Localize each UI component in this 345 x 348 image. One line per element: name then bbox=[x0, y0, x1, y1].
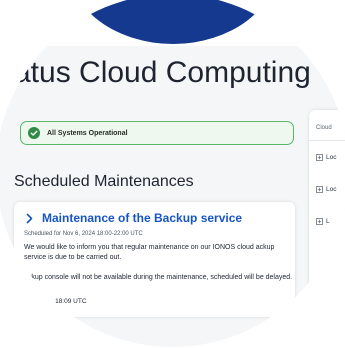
cloud-components-panel: Cloud Loc Loc L bbox=[309, 110, 345, 340]
expand-plus-icon[interactable] bbox=[316, 218, 323, 225]
status-text: All Systems Operational bbox=[47, 129, 128, 137]
screenshot-stage: atus Cloud Computing All Systems Operati… bbox=[0, 0, 345, 348]
maintenance-updated-time: 30, 2024 - 18:09 UTC bbox=[24, 298, 87, 305]
maintenance-paragraph-2: ackup console will not be available duri… bbox=[24, 274, 293, 281]
system-status-banner: All Systems Operational bbox=[20, 121, 294, 145]
maintenance-description: We would like to inform you that regular… bbox=[24, 243, 296, 293]
chevron-right-icon[interactable] bbox=[24, 213, 35, 224]
component-group-label[interactable]: L bbox=[326, 218, 330, 225]
component-group-item[interactable]: L bbox=[316, 218, 330, 225]
maintenance-scheduled-time: Scheduled for Nov 6, 2024 18:00-22:00 UT… bbox=[24, 231, 143, 237]
maintenance-paragraph-1: We would like to inform you that regular… bbox=[24, 244, 275, 261]
component-group-label[interactable]: Loc bbox=[326, 154, 336, 161]
components-panel-header: Cloud bbox=[316, 125, 332, 131]
maintenance-header[interactable]: Maintenance of the Backup service bbox=[24, 211, 242, 225]
expand-plus-icon[interactable] bbox=[316, 154, 323, 161]
check-circle-icon bbox=[28, 127, 40, 139]
component-group-item[interactable]: Loc bbox=[316, 154, 336, 161]
component-group-label[interactable]: Loc bbox=[326, 186, 336, 193]
circular-viewport: atus Cloud Computing All Systems Operati… bbox=[0, 0, 345, 347]
panel-divider bbox=[309, 140, 345, 141]
component-group-item[interactable]: Loc bbox=[316, 186, 336, 193]
maintenance-title-link[interactable]: Maintenance of the Backup service bbox=[42, 211, 242, 225]
scheduled-maintenances-heading: Scheduled Maintenances bbox=[14, 173, 194, 190]
page-title: atus Cloud Computing bbox=[14, 56, 311, 89]
expand-plus-icon[interactable] bbox=[316, 186, 323, 193]
maintenance-card: Maintenance of the Backup service Schedu… bbox=[14, 202, 295, 317]
